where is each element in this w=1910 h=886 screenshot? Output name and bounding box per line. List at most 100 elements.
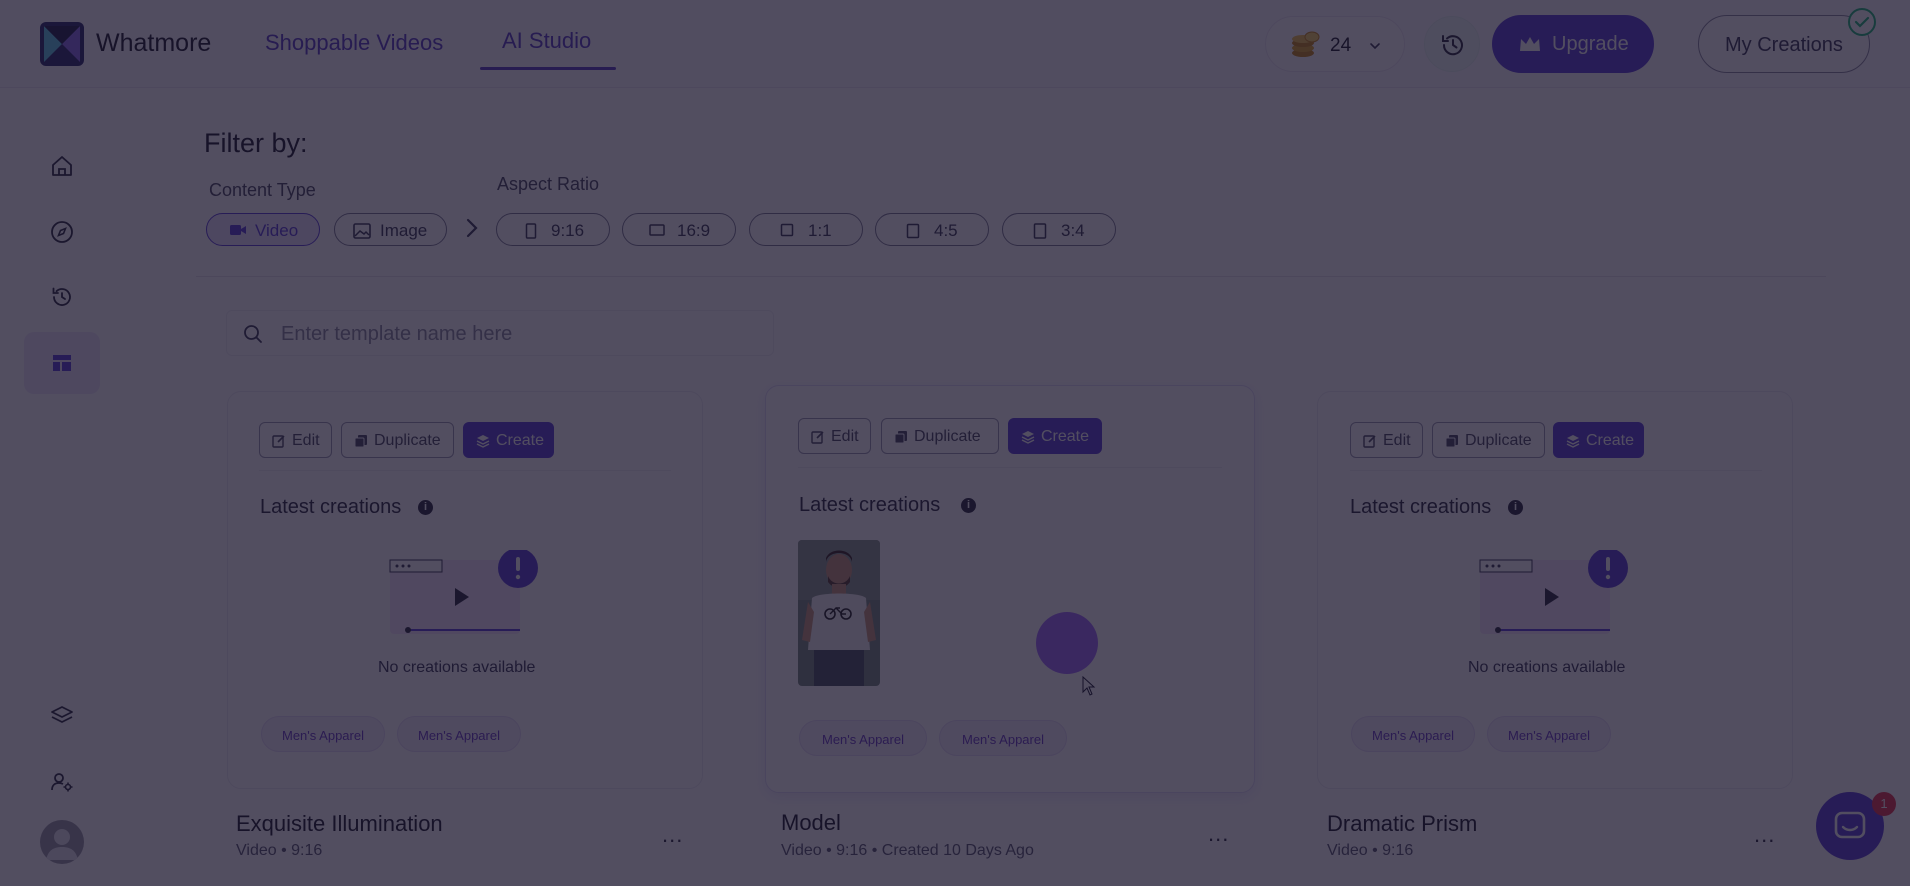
chip-label: Image xyxy=(380,221,428,240)
mouse-cursor-icon xyxy=(1082,676,1096,696)
history-button[interactable] xyxy=(1424,16,1480,72)
coin-count: 24 xyxy=(1330,35,1352,56)
more-options-button[interactable]: ... xyxy=(1754,822,1775,848)
tag-label: Men's Apparel xyxy=(282,728,364,743)
edit-label: Edit xyxy=(831,428,859,445)
create-button[interactable]: Create xyxy=(1008,418,1102,454)
upgrade-label: Upgrade xyxy=(1552,33,1629,55)
latest-creations-label: Latest creations xyxy=(799,494,941,516)
sidebar-item-history[interactable] xyxy=(24,266,100,328)
compass-icon xyxy=(51,221,73,243)
category-tag[interactable]: Men's Apparel xyxy=(1351,716,1475,752)
sidebar-item-home[interactable] xyxy=(24,135,100,197)
filter-chip-video[interactable]: Video xyxy=(206,213,320,246)
active-nav-underline xyxy=(480,67,616,70)
chat-icon xyxy=(1834,811,1866,839)
top-bar: Whatmore Shoppable Videos AI Studio 24 U… xyxy=(0,0,1910,88)
info-icon: i xyxy=(961,498,976,513)
create-label: Create xyxy=(1041,428,1090,445)
no-creations-text: No creations available xyxy=(1468,659,1626,676)
layers-icon xyxy=(476,435,490,448)
category-tag[interactable]: Men's Apparel xyxy=(799,720,927,756)
landscape-ratio-icon xyxy=(649,224,665,236)
layers-icon xyxy=(51,706,73,723)
filter-chip-ratio-16-9[interactable]: 16:9 xyxy=(622,213,736,246)
user-settings-icon xyxy=(51,773,73,792)
template-title[interactable]: Dramatic Prism xyxy=(1327,811,1477,837)
filter-chip-ratio-4-5[interactable]: 4:5 xyxy=(875,213,989,246)
avatar[interactable] xyxy=(40,820,84,864)
card-divider xyxy=(259,470,671,471)
category-tag[interactable]: Men's Apparel xyxy=(261,716,385,752)
empty-video-illustration xyxy=(1479,550,1628,634)
my-creations-button[interactable]: My Creations xyxy=(1698,15,1870,73)
sidebar-item-templates[interactable] xyxy=(24,332,100,394)
crown-icon xyxy=(1520,37,1540,51)
chip-label: 4:5 xyxy=(934,221,958,240)
aspect-ratio-label: Aspect Ratio xyxy=(497,174,600,194)
more-options-button[interactable]: ... xyxy=(662,822,683,848)
section-divider xyxy=(196,276,1826,277)
sidebar-item-user-settings[interactable] xyxy=(24,751,100,813)
latest-creations-label: Latest creations xyxy=(260,496,402,518)
nav-ai-studio[interactable]: AI Studio xyxy=(502,28,591,54)
info-icon: i xyxy=(1508,500,1523,515)
category-tag[interactable]: Men's Apparel xyxy=(1487,716,1611,752)
history-icon xyxy=(1442,35,1463,56)
sidebar-item-explore[interactable] xyxy=(24,201,100,263)
create-button[interactable]: Create xyxy=(1553,422,1644,458)
duplicate-label: Duplicate xyxy=(914,428,981,445)
filter-chip-ratio-3-4[interactable]: 3:4 xyxy=(1002,213,1116,246)
upgrade-button[interactable]: Upgrade xyxy=(1492,15,1654,73)
filter-chip-image[interactable]: Image xyxy=(334,213,447,246)
my-creations-label: My Creations xyxy=(1725,34,1843,56)
duplicate-button[interactable]: Duplicate xyxy=(1432,422,1545,458)
category-tag[interactable]: Men's Apparel xyxy=(397,716,521,752)
portrait-ratio-icon xyxy=(906,223,920,239)
edit-icon xyxy=(1363,435,1376,448)
coins-icon xyxy=(1292,31,1320,57)
create-button[interactable]: Create xyxy=(463,422,554,458)
layers-icon xyxy=(1566,435,1580,448)
portrait-ratio-icon xyxy=(1033,223,1047,239)
template-title[interactable]: Model xyxy=(781,810,841,836)
category-tag[interactable]: Men's Apparel xyxy=(939,720,1067,756)
search-input[interactable] xyxy=(281,319,761,349)
nav-shoppable-videos[interactable]: Shoppable Videos xyxy=(265,30,443,56)
more-options-button[interactable]: ... xyxy=(1208,821,1229,847)
image-icon xyxy=(353,223,371,239)
sidebar-item-layers[interactable] xyxy=(24,685,100,747)
template-title[interactable]: Exquisite Illumination xyxy=(236,811,443,837)
chip-label: 3:4 xyxy=(1061,221,1085,240)
chip-label: 16:9 xyxy=(677,221,711,240)
creation-thumbnail[interactable] xyxy=(798,540,880,686)
duplicate-icon xyxy=(1445,435,1458,448)
info-icon: i xyxy=(418,500,433,515)
chevron-right-icon xyxy=(466,218,478,238)
edit-button[interactable]: Edit xyxy=(798,418,871,454)
chip-label: Video xyxy=(255,221,299,240)
filter-chip-ratio-1-1[interactable]: 1:1 xyxy=(749,213,863,246)
filter-chip-ratio-9-16[interactable]: 9:16 xyxy=(496,213,610,246)
empty-video-illustration xyxy=(389,550,538,634)
duplicate-button[interactable]: Duplicate xyxy=(341,422,454,458)
chip-label: 1:1 xyxy=(808,221,832,240)
duplicate-label: Duplicate xyxy=(1465,432,1532,449)
card-divider xyxy=(798,467,1222,468)
coins-dropdown[interactable]: 24 xyxy=(1265,16,1405,72)
filter-title: Filter by: xyxy=(204,128,308,158)
create-label: Create xyxy=(496,432,545,449)
search-icon xyxy=(244,325,262,343)
template-meta: Video • 9:16 • Created 10 Days Ago xyxy=(781,842,1034,859)
content-type-label: Content Type xyxy=(209,180,316,200)
templates-icon xyxy=(53,355,71,371)
whatmore-logo[interactable] xyxy=(40,22,84,66)
edit-button[interactable]: Edit xyxy=(1350,422,1423,458)
layers-icon xyxy=(1021,431,1035,444)
duplicate-icon xyxy=(894,431,907,444)
template-meta: Video • 9:16 xyxy=(1327,842,1414,859)
duplicate-button[interactable]: Duplicate xyxy=(881,418,999,454)
chat-notification-badge: 1 xyxy=(1872,792,1896,816)
edit-button[interactable]: Edit xyxy=(259,422,332,458)
edit-icon xyxy=(811,431,824,444)
